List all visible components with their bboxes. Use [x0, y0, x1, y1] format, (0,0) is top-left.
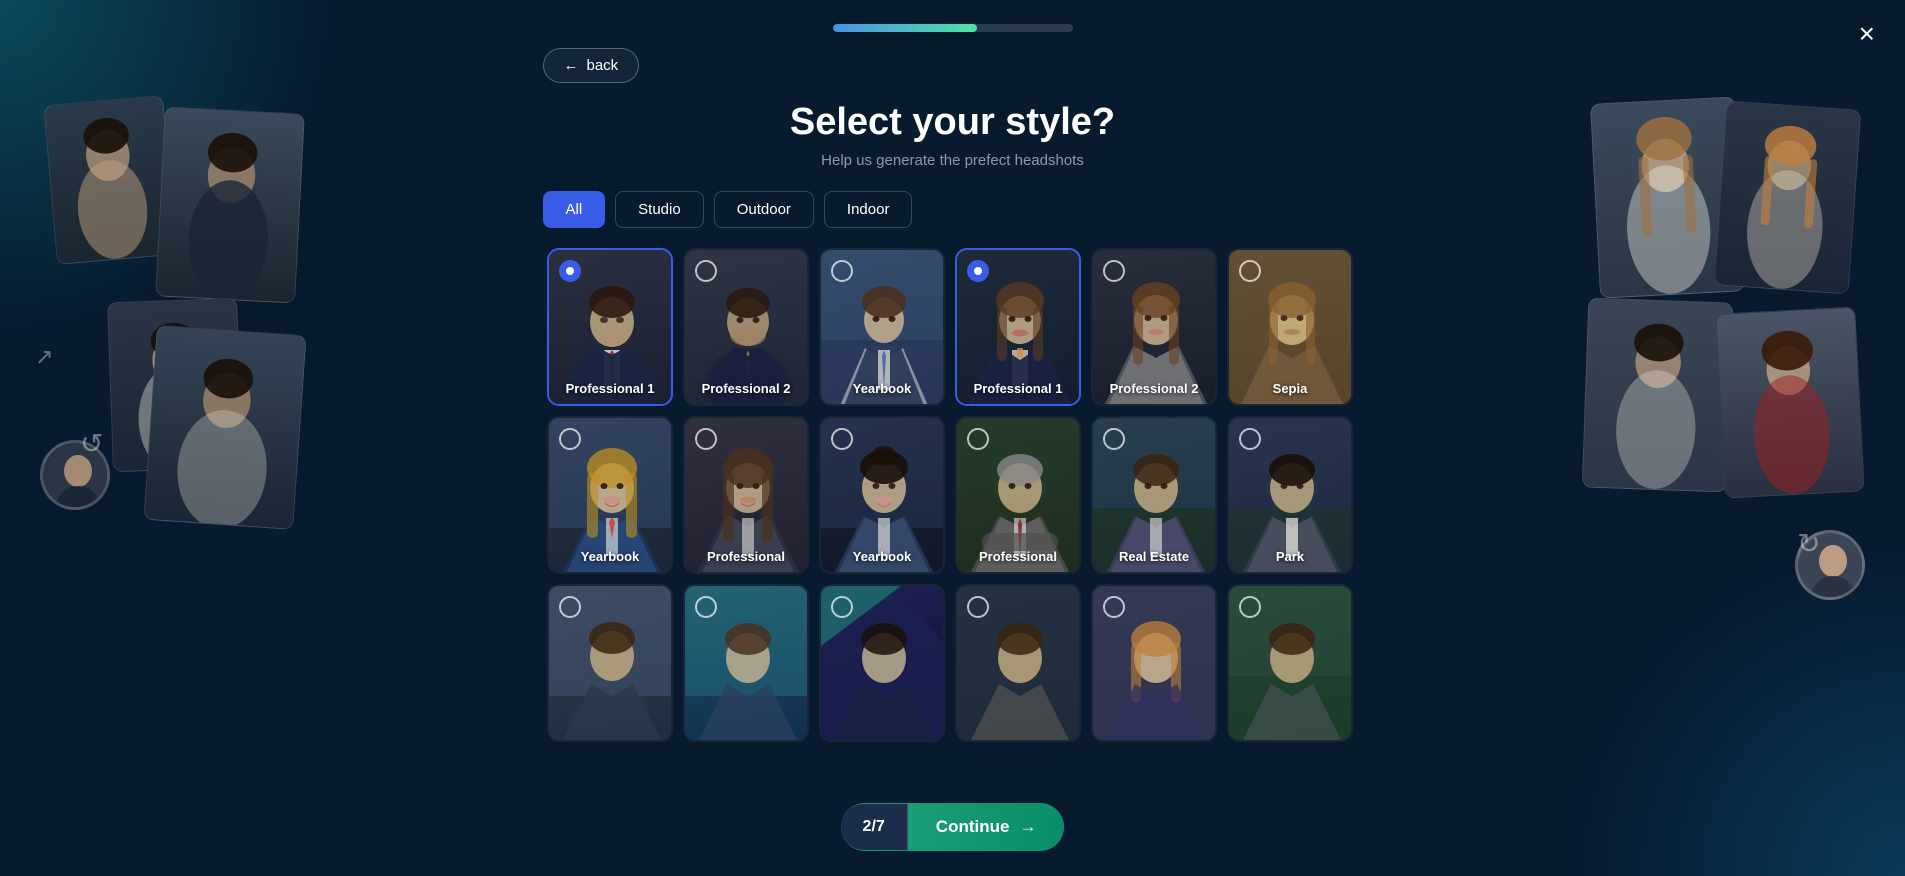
card-label-yb2: Yearbook [549, 549, 671, 564]
card-label-pro1: Professional 1 [549, 381, 671, 396]
radio-pro4 [967, 428, 989, 450]
filter-tab-studio[interactable]: Studio [615, 191, 704, 228]
radio-realestate [1103, 428, 1125, 450]
left-photo-1 [43, 95, 176, 265]
radio-park [1239, 428, 1261, 450]
radio-sepia [1239, 260, 1261, 282]
card-label-pro2f: Professional 2 [1093, 381, 1215, 396]
center-content: ← back Select your style? Help us genera… [543, 0, 1363, 742]
right-photo-2 [1714, 101, 1862, 295]
right-arrow: ↺ [1797, 527, 1820, 560]
main-container: × [0, 0, 1905, 876]
back-label: back [587, 57, 619, 74]
radio-pro1f [967, 260, 989, 282]
style-card-b4[interactable] [955, 584, 1081, 742]
radio-pro2f [1103, 260, 1125, 282]
card-label-sepia: Sepia [1229, 381, 1351, 396]
back-button[interactable]: ← back [543, 48, 640, 83]
card-label-yb3: Yearbook [821, 549, 943, 564]
continue-bar: 2/7 Continue → [841, 803, 1065, 851]
radio-pro1 [559, 260, 581, 282]
filter-tab-indoor[interactable]: Indoor [824, 191, 913, 228]
radio-yb1 [831, 260, 853, 282]
radio-yb3 [831, 428, 853, 450]
style-card-sepia[interactable]: Sepia [1227, 248, 1353, 406]
card-label-pro3: Professional [685, 549, 807, 564]
style-card-pro4[interactable]: Professional [955, 416, 1081, 574]
style-card-yb1[interactable]: Yearbook [819, 248, 945, 406]
continue-label: Continue [936, 817, 1010, 837]
filter-tab-outdoor[interactable]: Outdoor [714, 191, 814, 228]
page-subtitle: Help us generate the prefect headshots [821, 152, 1084, 169]
card-label-realestate: Real Estate [1093, 549, 1215, 564]
style-card-yb3[interactable]: Yearbook [819, 416, 945, 574]
close-button[interactable]: × [1859, 20, 1875, 48]
style-card-pro2f[interactable]: Professional 2 [1091, 248, 1217, 406]
right-decorative-photos: ↺ [1565, 100, 1875, 680]
card-label-pro1f: Professional 1 [957, 381, 1079, 396]
style-card-b3[interactable] [819, 584, 945, 742]
radio-b3 [831, 596, 853, 618]
style-card-b6[interactable] [1227, 584, 1353, 742]
radio-b1 [559, 596, 581, 618]
style-card-yb2[interactable]: Yearbook [547, 416, 673, 574]
style-card-b5[interactable] [1091, 584, 1217, 742]
style-card-realestate[interactable]: Real Estate [1091, 416, 1217, 574]
radio-b6 [1239, 596, 1261, 618]
step-indicator: 2/7 [841, 804, 908, 850]
left-decorative-photos: ↺ ↗ [30, 100, 340, 620]
radio-b4 [967, 596, 989, 618]
progress-bar-fill [833, 24, 977, 32]
continue-wrapper: 2/7 Continue → [841, 803, 1065, 851]
radio-pro2 [695, 260, 717, 282]
filter-tabs: All Studio Outdoor Indoor [543, 191, 913, 228]
style-card-b1[interactable] [547, 584, 673, 742]
card-label-park: Park [1229, 549, 1351, 564]
style-card-b2[interactable] [683, 584, 809, 742]
radio-yb2 [559, 428, 581, 450]
right-photo-4 [1715, 306, 1864, 498]
card-label-pro4: Professional [957, 549, 1079, 564]
continue-arrow-icon: → [1019, 817, 1036, 837]
progress-bar-container [833, 24, 1073, 32]
style-card-pro1[interactable]: Professional 1 [547, 248, 673, 406]
left-photo-4 [143, 325, 306, 530]
style-card-pro2[interactable]: Professional 2 [683, 248, 809, 406]
right-photo-3 [1582, 298, 1734, 493]
style-card-park[interactable]: Park [1227, 416, 1353, 574]
card-label-yb1: Yearbook [821, 381, 943, 396]
page-title: Select your style? [790, 101, 1115, 144]
radio-b2 [695, 596, 717, 618]
card-label-pro2: Professional 2 [685, 381, 807, 396]
left-arrow-1: ↺ [80, 427, 103, 460]
left-photo-2 [155, 106, 305, 303]
back-arrow-icon: ← [564, 57, 579, 74]
filter-tab-all[interactable]: All [543, 191, 606, 228]
radio-b5 [1103, 596, 1125, 618]
style-card-pro1f[interactable]: Professional 1 [955, 248, 1081, 406]
style-grid: Professional 1 [547, 248, 1358, 742]
left-arrow-2: ↗ [35, 344, 53, 370]
style-card-pro3[interactable]: Professional [683, 416, 809, 574]
continue-button[interactable]: Continue → [908, 803, 1065, 851]
radio-pro3 [695, 428, 717, 450]
